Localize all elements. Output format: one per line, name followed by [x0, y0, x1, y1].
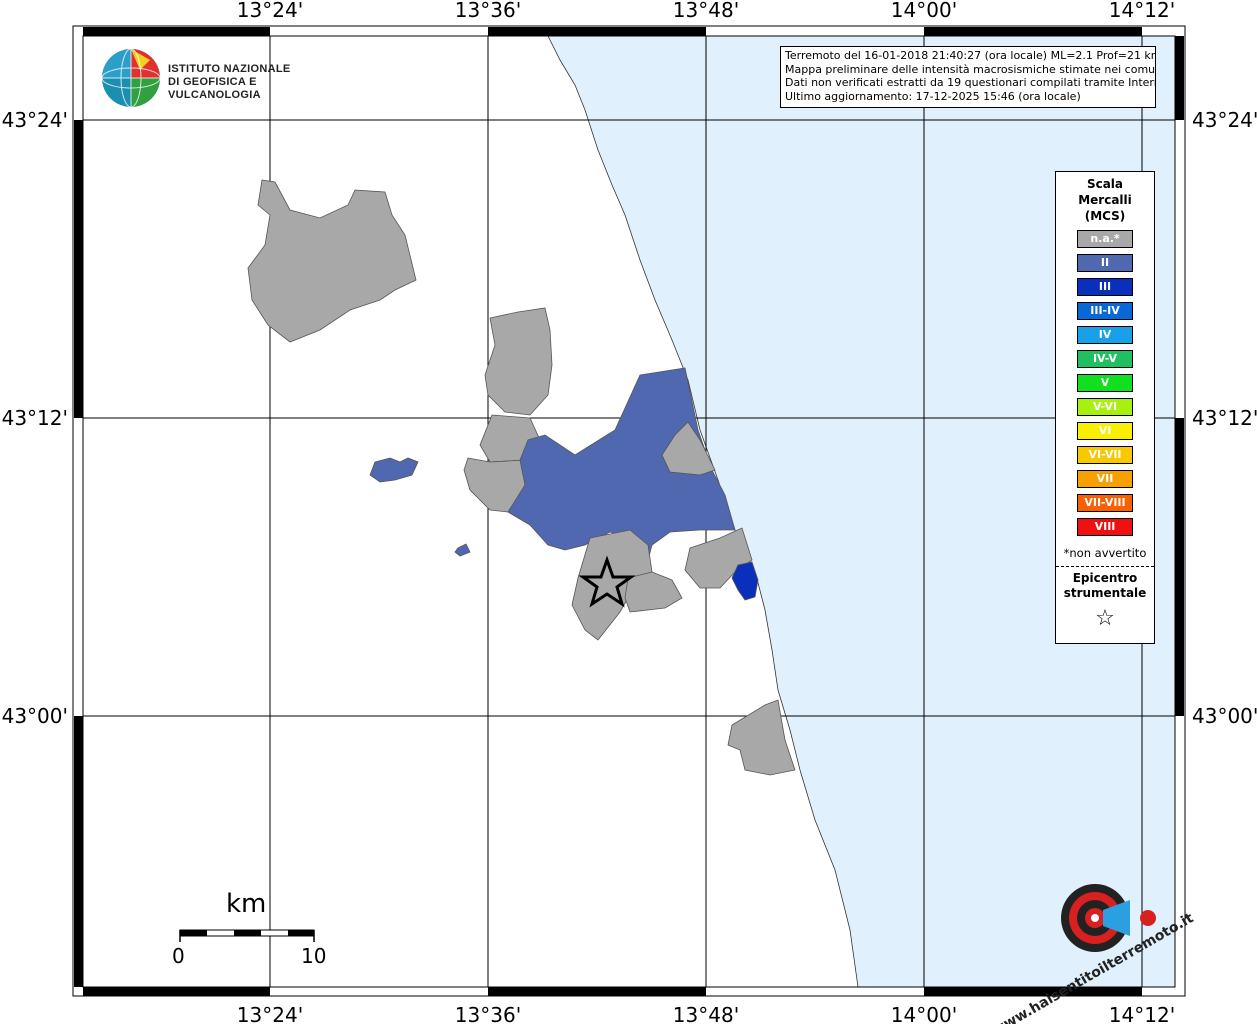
legend-swatch: VI-VII	[1077, 446, 1133, 464]
scale-unit: km	[226, 889, 267, 919]
legend-title-3: (MCS)	[1084, 209, 1126, 223]
lat-labels-right: 43°24' 43°12' 43°00'	[1192, 108, 1257, 728]
municipality-not-felt	[484, 307, 553, 416]
lat-label: 43°12'	[1192, 406, 1257, 430]
scale-min: 0	[172, 944, 185, 968]
legend-title-1: Scala	[1086, 177, 1124, 191]
legend-na-note: *non avvertito	[1063, 546, 1147, 560]
scale-bar	[179, 929, 315, 942]
lon-label: 13°48'	[673, 1003, 739, 1024]
legend-star-icon: ☆	[1095, 606, 1115, 631]
legend-swatch: V-VI	[1077, 398, 1133, 416]
legend-title-2: Mercalli	[1078, 193, 1132, 207]
lat-label: 43°12'	[2, 406, 68, 430]
info-line-1: Terremoto del 16-01-2018 21:40:27 (ora l…	[785, 49, 1156, 62]
info-line-3: Dati non verificati estratti da 19 quest…	[785, 76, 1156, 89]
legend-swatch: III-IV	[1077, 302, 1133, 320]
legend-swatches: n.a.* II III III-IV IV IV-V V V-VI VI VI-VII VII VI…	[1056, 230, 1154, 536]
lon-label: 13°36'	[455, 1003, 521, 1024]
legend-epicenter-label: Epicentro strumentale	[1056, 571, 1154, 601]
lon-label: 13°48'	[673, 0, 739, 22]
municipality-not-felt	[624, 571, 683, 613]
info-line-4: Ultimo aggiornamento: 17-12-2025 15:46 (…	[785, 89, 1081, 103]
lat-label: 43°00'	[1192, 704, 1257, 728]
legend-swatch: IV-V	[1077, 350, 1133, 368]
lon-label: 14°00'	[891, 1003, 957, 1024]
lat-label: 43°24'	[1192, 108, 1257, 132]
legend-divider	[1056, 566, 1154, 567]
municipality-mcs-ii	[369, 457, 419, 483]
mcs-legend: Scala Mercalli (MCS) n.a.* II III III-IV IV I…	[1055, 171, 1155, 644]
ingv-logo: ISTITUTO NAZIONALE DI GEOFISICA E VULCAN…	[100, 48, 320, 110]
event-info-box: Terremoto del 16-01-2018 21:40:27 (ora l…	[780, 46, 1156, 108]
logo-line-1: ISTITUTO NAZIONALE	[168, 63, 291, 75]
legend-swatch: n.a.*	[1077, 230, 1133, 248]
legend-swatch: VIII	[1077, 518, 1133, 536]
municipality-not-felt	[247, 179, 417, 343]
info-line-2: Mappa preliminare delle intensità macros…	[785, 62, 1156, 76]
lon-label: 13°24'	[237, 0, 303, 22]
lon-label: 13°36'	[455, 0, 521, 22]
lat-labels-left: 43°24' 43°12' 43°00'	[2, 108, 68, 728]
lat-label: 43°24'	[2, 108, 68, 132]
legend-swatch: IV	[1077, 326, 1133, 344]
legend-swatch: VI	[1077, 422, 1133, 440]
lon-label: 14°12'	[1109, 0, 1175, 22]
legend-epi-2: strumentale	[1063, 586, 1147, 600]
legend-title: Scala Mercalli (MCS)	[1056, 176, 1154, 224]
lon-label: 13°24'	[237, 1003, 303, 1024]
lon-labels-top: 13°24' 13°36' 13°48' 14°00' 14°12'	[237, 0, 1175, 22]
municipality-mcs-ii	[454, 543, 471, 557]
legend-swatch: III	[1077, 278, 1133, 296]
legend-swatch: VII-VIII	[1077, 494, 1133, 512]
legend-swatch: VII	[1077, 470, 1133, 488]
lat-label: 43°00'	[2, 704, 68, 728]
legend-swatch: II	[1077, 254, 1133, 272]
lon-label: 14°00'	[891, 0, 957, 22]
ingv-logo-text: ISTITUTO NAZIONALE DI GEOFISICA E VULCAN…	[168, 63, 320, 102]
logo-line-2: DI GEOFISICA E VULCANOLOGIA	[168, 76, 261, 101]
scale-max: 10	[301, 944, 327, 968]
lon-label: 14°12'	[1109, 1003, 1175, 1024]
legend-swatch: V	[1077, 374, 1133, 392]
legend-epi-1: Epicentro	[1072, 571, 1138, 585]
